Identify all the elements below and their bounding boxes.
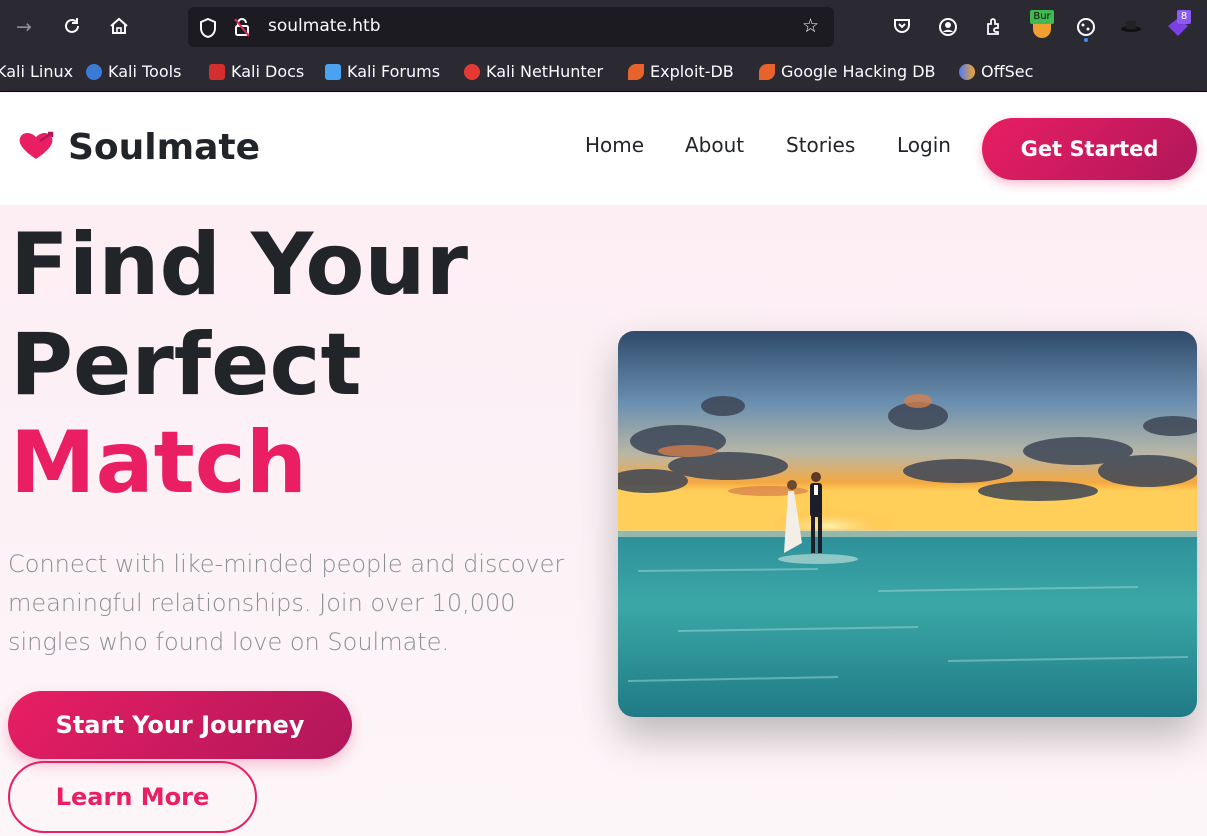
- forward-icon[interactable]: →: [16, 17, 32, 37]
- heart-arrow-icon: [18, 131, 54, 165]
- kali-tools-icon: [86, 63, 102, 80]
- offsec-icon: [959, 63, 975, 80]
- site-header: Soulmate Home About Stories Login Get St…: [0, 93, 1207, 205]
- browser-toolbar: → soulmate.htb ☆ Bur 8: [0, 0, 1207, 56]
- nav-login[interactable]: Login: [897, 133, 951, 157]
- url-text[interactable]: soulmate.htb: [268, 16, 381, 36]
- brand-name: Soulmate: [68, 127, 261, 168]
- bookmark-offsec[interactable]: OffSec: [959, 62, 1033, 81]
- learn-more-button[interactable]: Learn More: [8, 761, 257, 833]
- extensions-icon[interactable]: [984, 16, 1004, 40]
- hero-title-line2: Perfect: [10, 315, 362, 415]
- cookie-icon[interactable]: [1075, 16, 1097, 46]
- bookmark-label: Google Hacking DB: [781, 62, 936, 81]
- nav-home[interactable]: Home: [585, 133, 644, 157]
- reload-icon[interactable]: [62, 16, 82, 40]
- nav-about[interactable]: About: [685, 133, 744, 157]
- nav-stories[interactable]: Stories: [786, 133, 855, 157]
- bookmark-kali-forums[interactable]: Kali Forums: [325, 62, 440, 81]
- bookmark-kali-linux[interactable]: Kali Linux: [0, 62, 73, 81]
- bookmark-label: Kali Linux: [0, 62, 74, 81]
- pocket-icon[interactable]: [892, 17, 912, 39]
- brand-logo[interactable]: Soulmate: [18, 127, 260, 168]
- bookmark-label: Kali Forums: [347, 62, 441, 81]
- exploit-db-icon: [628, 63, 644, 80]
- hero-title-accent: Match: [10, 413, 307, 513]
- hero-section: Find Your Perfect Match Connect with lik…: [0, 205, 1207, 836]
- bookmark-kali-tools[interactable]: Kali Tools: [86, 62, 181, 81]
- bookmarks-bar: Kali Linux Kali Tools Kali Docs Kali For…: [0, 56, 1207, 92]
- bookmark-label: Exploit-DB: [650, 62, 734, 81]
- lock-insecure-icon[interactable]: [232, 16, 252, 42]
- address-bar[interactable]: soulmate.htb ☆: [188, 7, 834, 47]
- kali-forums-icon: [325, 63, 341, 80]
- start-journey-button[interactable]: Start Your Journey: [8, 691, 352, 759]
- bookmark-star-icon[interactable]: ☆: [802, 16, 819, 36]
- hat-extension-icon[interactable]: [1120, 18, 1142, 38]
- extension-badge: 8: [1180, 11, 1188, 22]
- shield-icon[interactable]: [198, 17, 218, 43]
- hero-couple-beach-image: [618, 331, 1197, 717]
- bookmark-kali-nethunter[interactable]: Kali NetHunter: [464, 62, 603, 81]
- gem-extension-icon[interactable]: 8: [1164, 10, 1192, 44]
- bookmark-kali-docs[interactable]: Kali Docs: [209, 62, 304, 81]
- account-icon[interactable]: [938, 17, 958, 41]
- bookmark-label: OffSec: [981, 62, 1034, 81]
- get-started-button[interactable]: Get Started: [982, 118, 1197, 180]
- kali-docs-icon: [209, 63, 225, 80]
- burp-label: Bur: [1030, 10, 1054, 24]
- hero-title-line1: Find Your: [10, 215, 469, 315]
- home-icon[interactable]: [108, 16, 130, 40]
- kali-nethunter-icon: [464, 63, 480, 80]
- bookmark-label: Kali NetHunter: [486, 62, 604, 81]
- bookmark-exploit-db[interactable]: Exploit-DB: [628, 62, 734, 81]
- hero-description: Connect with like-minded people and disc…: [8, 550, 565, 656]
- ghdb-icon: [759, 63, 775, 80]
- burp-extension-icon[interactable]: Bur: [1030, 10, 1054, 38]
- bookmark-google-hacking-db[interactable]: Google Hacking DB: [759, 62, 936, 81]
- bookmark-label: Kali Tools: [108, 62, 182, 81]
- bookmark-label: Kali Docs: [231, 62, 305, 81]
